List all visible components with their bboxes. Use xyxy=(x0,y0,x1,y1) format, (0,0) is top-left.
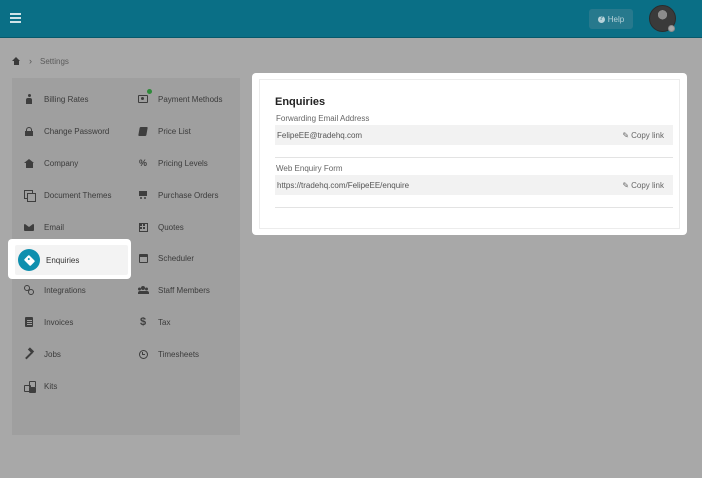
menu-item-label: Jobs xyxy=(44,349,61,359)
menu-item-label: Document Themes xyxy=(44,190,112,200)
link-icon xyxy=(23,284,35,296)
copy-link-label: Copy link xyxy=(631,130,664,140)
top-bar: ? Help xyxy=(0,0,702,38)
menu-item-label: Company xyxy=(44,158,79,168)
forwarding-email-label: Forwarding Email Address xyxy=(276,114,370,123)
clock-icon xyxy=(137,348,149,360)
menu-item-payment-methods[interactable]: Payment Methods xyxy=(137,89,223,108)
menu-item-label: Change Password xyxy=(44,126,110,136)
menu-item-invoices[interactable]: Invoices xyxy=(23,313,73,331)
document-icon xyxy=(23,316,35,328)
menu-item-jobs[interactable]: Jobs xyxy=(23,345,61,363)
enquiries-card-body: Enquiries Forwarding Email Address Felip… xyxy=(259,79,680,229)
calendar-icon xyxy=(137,252,149,264)
menu-item-company[interactable]: Company xyxy=(23,154,78,172)
dollar-icon: $ xyxy=(139,315,147,328)
menu-item-scheduler[interactable]: Scheduler xyxy=(137,249,194,267)
envelope-icon xyxy=(23,221,35,233)
menu-item-change-password[interactable]: Change Password xyxy=(23,122,109,140)
home-icon[interactable] xyxy=(12,57,21,65)
menu-item-integrations[interactable]: Integrations xyxy=(23,281,86,299)
menu-item-label: Integrations xyxy=(44,285,86,295)
web-enquiry-form-value: https://tradehq.com/FelipeEE/enquire xyxy=(277,180,410,190)
menu-item-tax[interactable]: $ Tax xyxy=(137,313,171,331)
divider xyxy=(275,157,673,158)
menu-item-document-themes[interactable]: Document Themes xyxy=(23,186,111,204)
breadcrumb-settings[interactable]: Settings xyxy=(40,57,69,66)
menu-item-label: Scheduler xyxy=(158,253,195,263)
breadcrumb-separator-icon: › xyxy=(29,56,32,66)
copy-link-label: Copy link xyxy=(631,180,664,190)
menu-item-staff-members[interactable]: Staff Members xyxy=(137,281,210,299)
cart-icon xyxy=(137,189,149,201)
menu-item-label: Pricing Levels xyxy=(158,158,208,168)
menu-item-label: Quotes xyxy=(158,222,184,232)
menu-item-label: Price List xyxy=(158,126,191,136)
lock-icon xyxy=(23,125,35,137)
menu-item-label: Billing Rates xyxy=(44,94,89,104)
question-icon: ? xyxy=(597,15,605,23)
menu-item-label: Enquiries xyxy=(46,255,80,265)
hammer-icon xyxy=(23,348,35,360)
menu-item-pricing-levels[interactable]: % Pricing Levels xyxy=(137,154,208,172)
menu-item-label: Timesheets xyxy=(158,349,200,359)
percent-icon: % xyxy=(138,157,147,168)
menu-item-quotes[interactable]: Quotes xyxy=(137,218,184,236)
copy-form-link-button[interactable]: ✎ Copy link xyxy=(622,181,664,190)
person-icon xyxy=(23,93,35,105)
menu-item-label: Kits xyxy=(44,381,58,391)
enquiries-card: Enquiries Forwarding Email Address Felip… xyxy=(252,73,687,235)
menu-item-label: Email xyxy=(44,222,65,232)
paperclip-icon: ✎ xyxy=(622,130,630,140)
menu-item-purchase-orders[interactable]: Purchase Orders xyxy=(137,186,218,204)
help-label: Help xyxy=(607,14,625,24)
menu-item-label: Staff Members xyxy=(158,285,210,295)
breadcrumb: › Settings xyxy=(12,55,69,67)
users-icon xyxy=(137,284,149,296)
building-icon xyxy=(23,157,35,169)
paperclip-icon: ✎ xyxy=(622,180,630,190)
menu-item-label: Invoices xyxy=(44,317,74,327)
kits-icon xyxy=(23,380,36,392)
help-button[interactable]: ? Help xyxy=(589,9,633,29)
menu-item-label: Tax xyxy=(158,317,171,327)
money-icon xyxy=(137,89,152,105)
menu-item-kits[interactable]: Kits xyxy=(23,377,57,395)
tag-icon xyxy=(18,249,40,271)
menu-item-label: Purchase Orders xyxy=(158,190,219,200)
hamburger-menu-icon[interactable] xyxy=(10,13,21,23)
menu-item-email[interactable]: Email xyxy=(23,218,64,236)
menu-item-billing-rates[interactable]: Billing Rates xyxy=(23,90,88,108)
forwarding-email-row: FelipeEE@tradehq.com ✎ Copy link xyxy=(275,125,673,145)
menu-item-price-list[interactable]: Price List xyxy=(137,122,191,140)
enquiries-title: Enquiries xyxy=(275,96,326,108)
menu-item-label: Payment Methods xyxy=(158,94,223,104)
forwarding-email-value: FelipeEE@tradehq.com xyxy=(277,130,363,140)
avatar-status-badge xyxy=(668,25,675,32)
menu-item-enquiries-inner: Enquiries xyxy=(15,245,128,275)
themes-icon xyxy=(23,189,36,202)
menu-item-enquiries[interactable]: Enquiries xyxy=(8,239,131,279)
copy-email-link-button[interactable]: ✎ Copy link xyxy=(622,131,664,140)
web-enquiry-form-label: Web Enquiry Form xyxy=(276,164,343,173)
web-enquiry-form-row: https://tradehq.com/FelipeEE/enquire ✎ C… xyxy=(275,175,673,195)
divider xyxy=(275,207,673,208)
menu-item-timesheets[interactable]: Timesheets xyxy=(137,345,199,363)
book-icon xyxy=(137,125,149,137)
calculator-icon xyxy=(137,221,149,233)
